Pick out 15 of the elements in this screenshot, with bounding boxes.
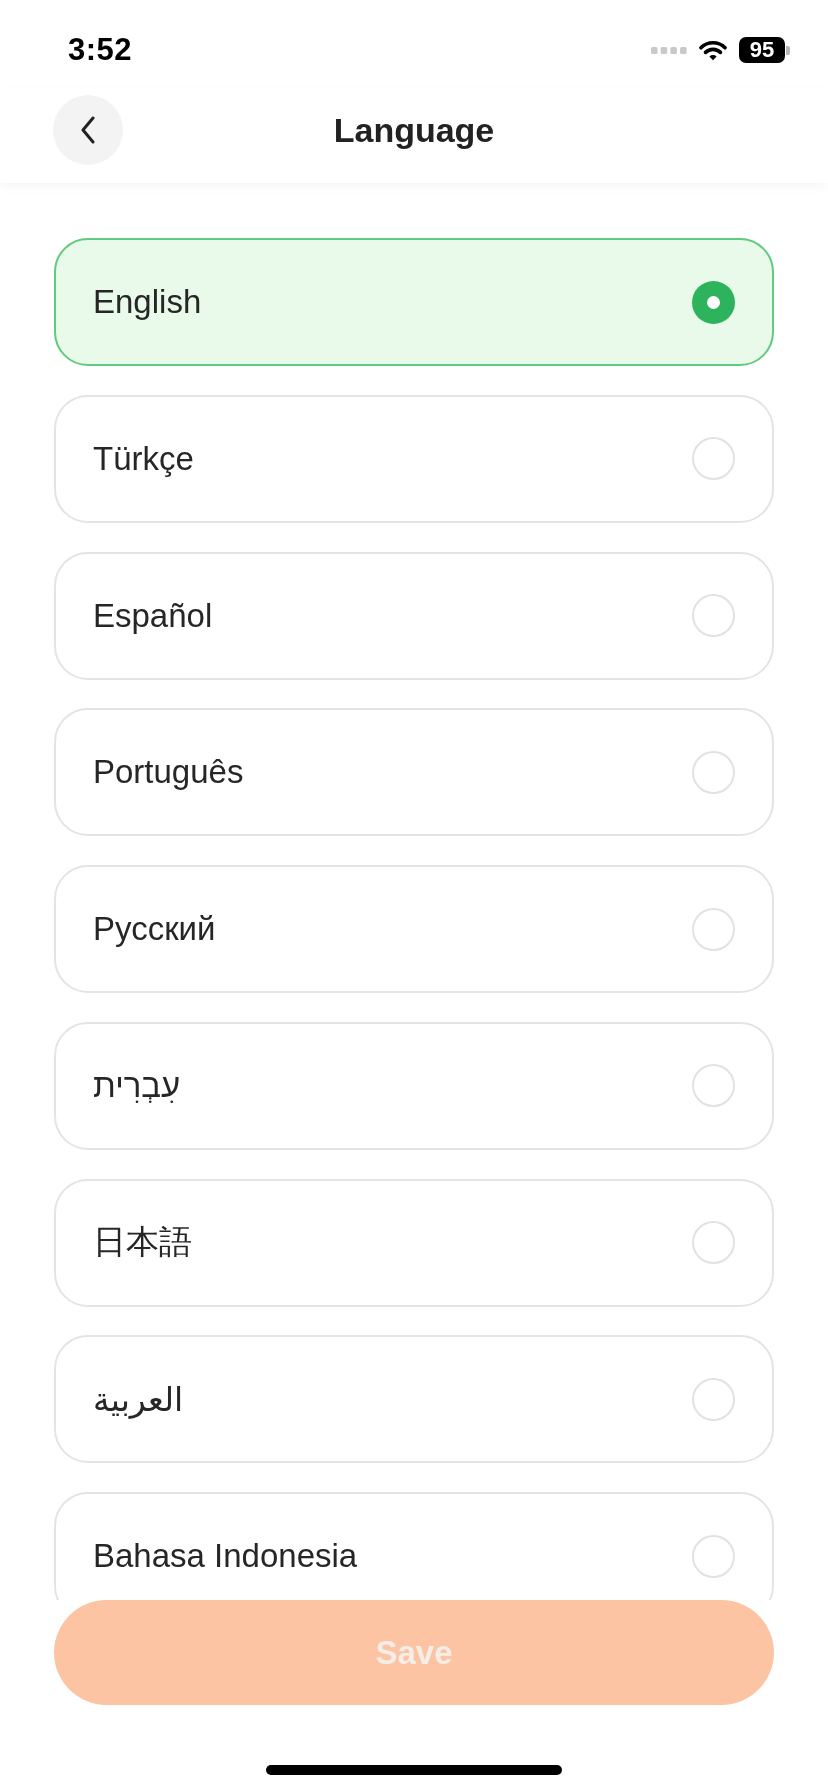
chevron-left-icon (80, 116, 96, 144)
battery-indicator: 95 (739, 37, 790, 63)
language-option[interactable]: Türkçe (54, 394, 774, 523)
language-option[interactable]: Русский (54, 865, 774, 993)
page-title: Language (333, 110, 495, 151)
language-option[interactable]: العربية (54, 1335, 774, 1464)
language-option[interactable]: English (54, 238, 774, 366)
language-option[interactable]: 日本語 (54, 1178, 774, 1307)
status-time: 3:52 (68, 32, 133, 68)
signal-icon (651, 46, 687, 54)
wifi-icon (697, 38, 729, 62)
language-option[interactable]: Bahasa Indonesia (54, 1492, 774, 1600)
language-option[interactable]: Português (54, 708, 774, 837)
language-option[interactable]: עִבְרִית (54, 1021, 774, 1150)
language-option[interactable]: Español (54, 551, 774, 680)
